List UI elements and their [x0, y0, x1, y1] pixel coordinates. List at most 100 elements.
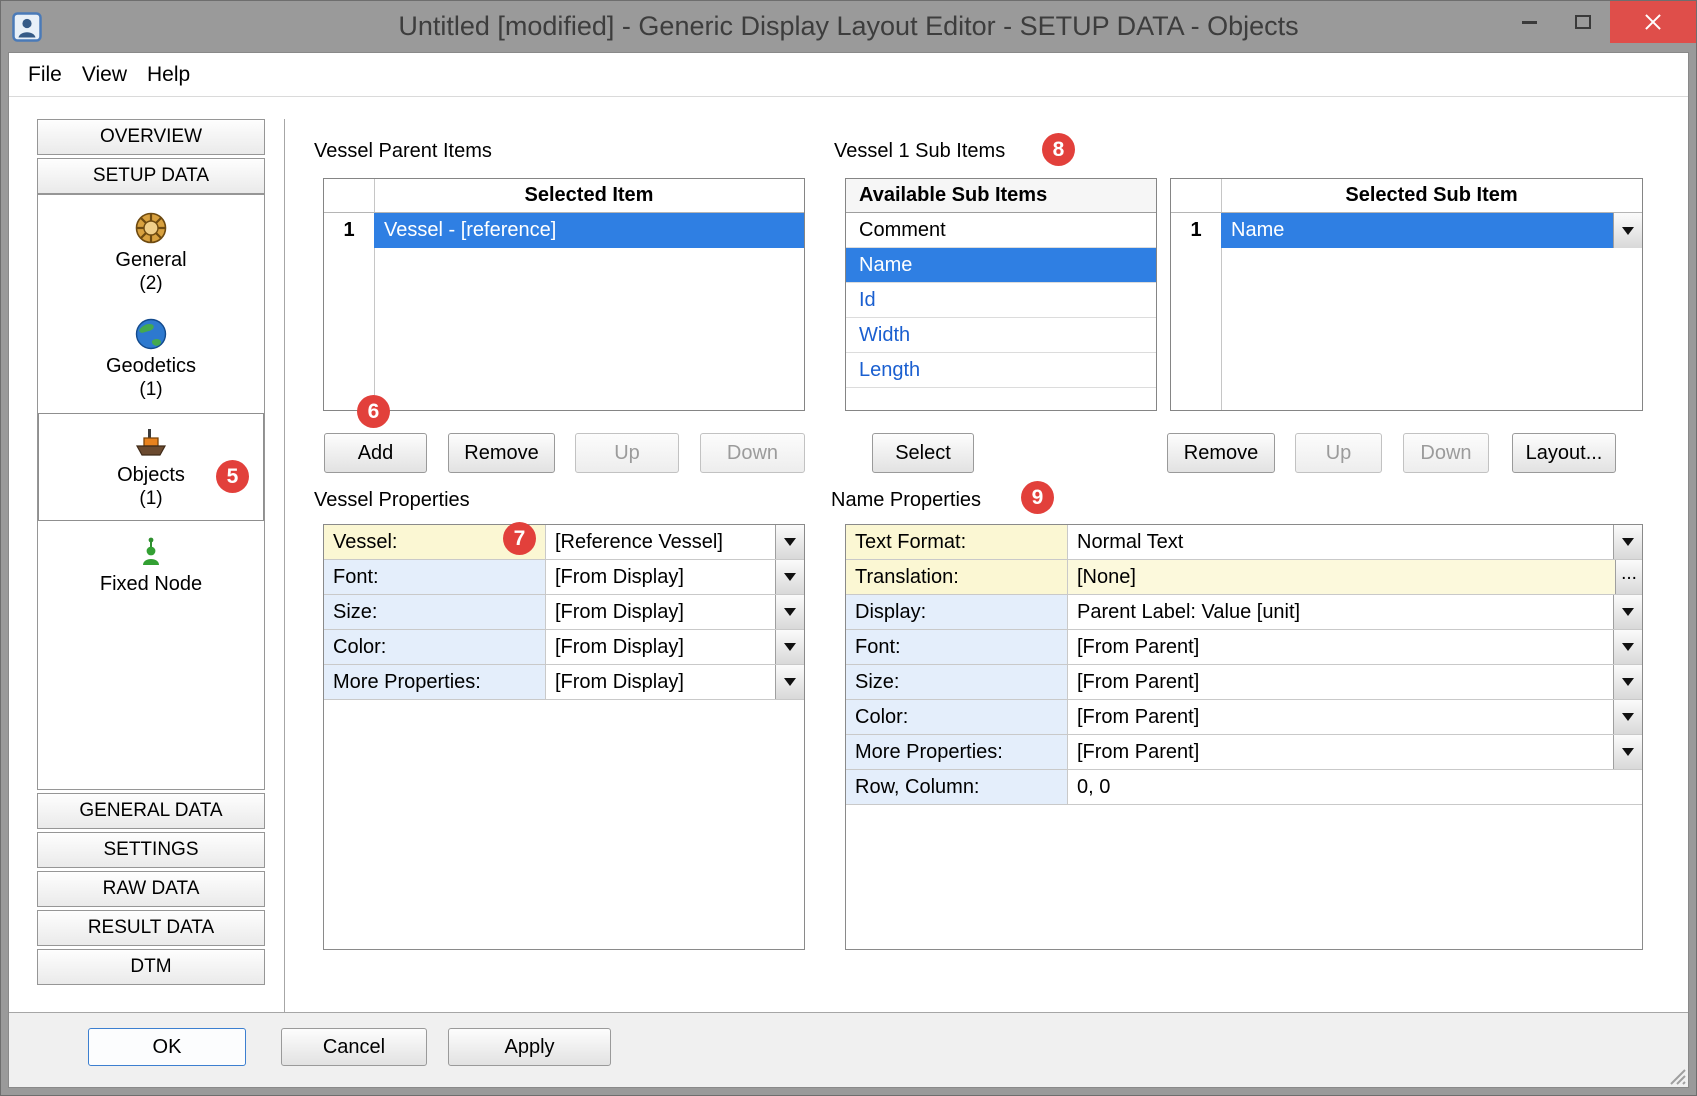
- property-value: [From Display]: [546, 560, 775, 594]
- size-dropdown[interactable]: [From Display]: [546, 595, 804, 629]
- menu-view[interactable]: View: [72, 59, 137, 91]
- display-dropdown[interactable]: Parent Label: Value [unit]: [1068, 595, 1642, 629]
- dropdown-button[interactable]: [1613, 630, 1642, 664]
- more-properties-dropdown[interactable]: [From Display]: [546, 665, 804, 699]
- sidebar: OVERVIEW SETUP DATA General (2): [37, 119, 265, 1012]
- property-row-size: Size: [From Parent]: [846, 665, 1642, 700]
- dropdown-button[interactable]: [1613, 525, 1642, 559]
- sidebar-item-raw-data[interactable]: RAW DATA: [37, 871, 265, 907]
- globe-icon: [134, 317, 168, 351]
- dropdown-button[interactable]: [1613, 595, 1642, 629]
- property-value: [From Display]: [546, 665, 775, 699]
- minimize-button[interactable]: [1502, 1, 1556, 43]
- vessel-dropdown[interactable]: [Reference Vessel]: [546, 525, 804, 559]
- translation-field[interactable]: [None] ...: [1068, 560, 1642, 594]
- close-button[interactable]: [1610, 1, 1696, 43]
- sidebar-item-result-data[interactable]: RESULT DATA: [37, 910, 265, 946]
- vessel-icon: [133, 426, 169, 460]
- close-icon: [1643, 12, 1663, 32]
- property-value: [Reference Vessel]: [546, 525, 775, 559]
- menu-file[interactable]: File: [18, 59, 72, 91]
- chevron-down-icon: [784, 643, 796, 651]
- property-value: [From Display]: [546, 595, 775, 629]
- tree-item-geodetics[interactable]: Geodetics (1): [38, 305, 264, 411]
- text-format-dropdown[interactable]: Normal Text: [1068, 525, 1642, 559]
- up-button[interactable]: Up: [575, 433, 679, 473]
- property-label: Color:: [846, 700, 1068, 734]
- down-sub-item-button[interactable]: Down: [1403, 433, 1489, 473]
- font-dropdown[interactable]: [From Display]: [546, 560, 804, 594]
- tree-item-general[interactable]: General (2): [38, 199, 264, 305]
- dropdown-button[interactable]: [1613, 700, 1642, 734]
- apply-button[interactable]: Apply: [448, 1028, 611, 1066]
- sidebar-item-setup-data[interactable]: SETUP DATA: [37, 158, 265, 194]
- chevron-down-icon: [1622, 643, 1634, 651]
- more-properties-dropdown[interactable]: [From Parent]: [1068, 735, 1642, 769]
- color-dropdown[interactable]: [From Display]: [546, 630, 804, 664]
- maximize-icon: [1575, 15, 1591, 29]
- dropdown-button[interactable]: [1613, 665, 1642, 699]
- property-row-more-properties: More Properties: [From Display]: [324, 665, 804, 700]
- window-controls: [1502, 1, 1696, 43]
- layout-button[interactable]: Layout...: [1512, 433, 1616, 473]
- cancel-button[interactable]: Cancel: [281, 1028, 427, 1066]
- property-value: Normal Text: [1068, 525, 1613, 559]
- property-label: Size:: [324, 595, 546, 629]
- property-row-translation: Translation: [None] ...: [846, 560, 1642, 595]
- tree-item-label: Fixed Node: [100, 572, 202, 596]
- maximize-button[interactable]: [1556, 1, 1610, 43]
- list-item-name[interactable]: Name: [846, 248, 1156, 283]
- chevron-down-icon: [784, 608, 796, 616]
- sidebar-item-settings[interactable]: SETTINGS: [37, 832, 265, 868]
- ok-button[interactable]: OK: [88, 1028, 246, 1066]
- up-sub-item-button[interactable]: Up: [1295, 433, 1382, 473]
- ellipsis-button[interactable]: ...: [1615, 560, 1642, 594]
- list-item-id[interactable]: Id: [846, 283, 1156, 318]
- font-dropdown[interactable]: [From Parent]: [1068, 630, 1642, 664]
- dropdown-button[interactable]: [775, 630, 804, 664]
- sidebar-item-dtm[interactable]: DTM: [37, 949, 265, 985]
- available-sub-items-header: Available Sub Items: [846, 179, 1156, 213]
- sidebar-item-general-data[interactable]: GENERAL DATA: [37, 793, 265, 829]
- list-item-length[interactable]: Length: [846, 353, 1156, 388]
- selected-sub-item-header: Selected Sub Item: [1221, 179, 1642, 212]
- property-value: [None]: [1068, 560, 1615, 594]
- down-button[interactable]: Down: [700, 433, 805, 473]
- add-button[interactable]: Add: [324, 433, 427, 473]
- size-dropdown[interactable]: [From Parent]: [1068, 665, 1642, 699]
- property-label: Font:: [846, 630, 1068, 664]
- property-value: [From Parent]: [1068, 665, 1613, 699]
- property-row-color: Color: [From Display]: [324, 630, 804, 665]
- dropdown-button[interactable]: [1613, 735, 1642, 769]
- dropdown-button[interactable]: [775, 595, 804, 629]
- property-value: [From Display]: [546, 630, 775, 664]
- chevron-down-icon: [1622, 608, 1634, 616]
- select-button[interactable]: Select: [872, 433, 974, 473]
- row-column-field[interactable]: 0, 0: [1068, 770, 1642, 804]
- menu-help[interactable]: Help: [137, 59, 200, 91]
- vessel-parent-row[interactable]: 1 Vessel - [reference]: [324, 213, 804, 248]
- tree-item-fixed-node[interactable]: Fixed Node: [38, 523, 264, 606]
- tree-item-objects[interactable]: Objects (1) 5: [38, 413, 264, 521]
- dropdown-button[interactable]: [775, 665, 804, 699]
- fixed-node-icon: [136, 535, 166, 569]
- available-sub-items-list: Available Sub Items Comment Name Id Widt…: [845, 178, 1157, 411]
- property-value: 0, 0: [1068, 770, 1642, 804]
- annotation-badge-8: 8: [1042, 133, 1075, 166]
- app-window: Untitled [modified] - Generic Display La…: [0, 0, 1697, 1096]
- selected-sub-item-row[interactable]: 1 Name: [1171, 213, 1642, 248]
- vessel-parent-row-value[interactable]: Vessel - [reference]: [374, 213, 804, 248]
- list-item-comment[interactable]: Comment: [846, 213, 1156, 248]
- dropdown-button[interactable]: [775, 560, 804, 594]
- remove-sub-item-button[interactable]: Remove: [1167, 433, 1275, 473]
- resize-grip[interactable]: [1664, 1063, 1686, 1085]
- list-item-width[interactable]: Width: [846, 318, 1156, 353]
- dropdown-button[interactable]: [775, 525, 804, 559]
- dropdown-button[interactable]: [1613, 213, 1642, 248]
- remove-button[interactable]: Remove: [448, 433, 555, 473]
- table-header-row: Selected Sub Item: [1171, 179, 1642, 213]
- chevron-down-icon: [1622, 227, 1634, 235]
- color-dropdown[interactable]: [From Parent]: [1068, 700, 1642, 734]
- selected-sub-item-value[interactable]: Name: [1221, 213, 1613, 248]
- sidebar-item-overview[interactable]: OVERVIEW: [37, 119, 265, 155]
